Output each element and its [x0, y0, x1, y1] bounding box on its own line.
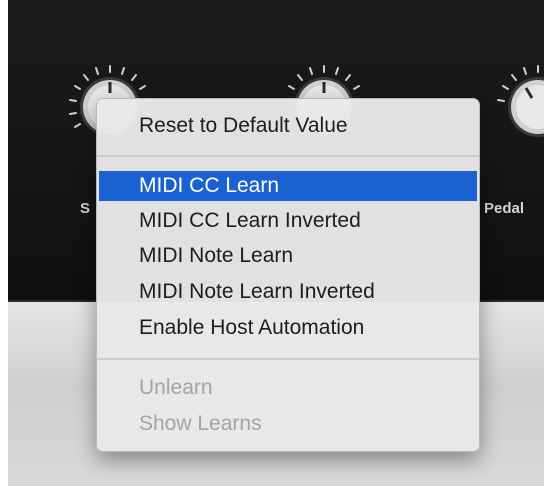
menu-separator — [97, 155, 479, 157]
knob-right[interactable] — [492, 60, 544, 152]
menu-item-enable-host-automation[interactable]: Enable Host Automation — [99, 313, 477, 343]
menu-item-unlearn: Unlearn — [139, 376, 213, 399]
menu-item-midi-note-learn[interactable]: MIDI Note Learn — [99, 241, 477, 271]
knob-label-pedal: Pedal — [484, 200, 525, 217]
window-edge — [0, 0, 8, 486]
plugin-window: S Pedal Reset to Default Value MIDI CC L… — [0, 0, 544, 486]
menu-item-midi-cc-learn[interactable]: MIDI CC Learn — [99, 171, 477, 201]
menu-item-midi-cc-learn-inverted[interactable]: MIDI CC Learn Inverted — [99, 206, 477, 236]
knob-label-left: S — [80, 200, 91, 217]
context-menu: Reset to Default Value MIDI CC Learn MID… — [96, 98, 480, 452]
menu-item-midi-note-learn-inverted[interactable]: MIDI Note Learn Inverted — [99, 277, 477, 307]
menu-item-show-learns: Show Learns — [139, 412, 262, 435]
menu-item-reset-default[interactable]: Reset to Default Value — [99, 111, 477, 141]
menu-separator — [97, 358, 479, 360]
